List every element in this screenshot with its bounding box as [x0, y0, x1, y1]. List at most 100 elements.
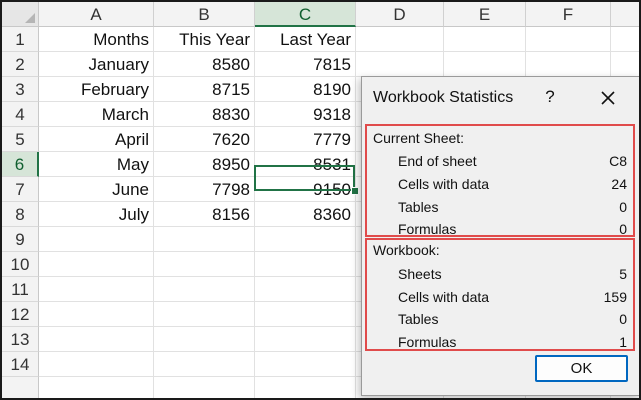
cell-b9[interactable] — [154, 227, 255, 252]
cell-c1[interactable]: Last Year — [255, 27, 356, 52]
cell-a14[interactable] — [39, 352, 154, 377]
stat-label-workbook-cells-with-data: Cells with data — [398, 289, 490, 305]
cell-b10[interactable] — [154, 252, 255, 277]
row-header-3[interactable]: 3 — [2, 77, 39, 102]
cell-c12[interactable] — [255, 302, 356, 327]
stat-value-workbook-cells-with-data: 159 — [603, 289, 627, 305]
cell-a7[interactable]: June — [39, 177, 154, 202]
row-header-2[interactable]: 2 — [2, 52, 39, 77]
fill-handle[interactable] — [351, 187, 359, 195]
column-header-c[interactable]: C — [255, 2, 356, 27]
stat-value-cells-with-data: 24 — [611, 176, 627, 192]
cell-b14[interactable] — [154, 352, 255, 377]
cell-b5[interactable]: 7620 — [154, 127, 255, 152]
row-header-13[interactable]: 13 — [2, 327, 39, 352]
cell-c4[interactable]: 9318 — [255, 102, 356, 127]
cell-g1[interactable] — [611, 27, 639, 52]
column-header-a[interactable]: A — [39, 2, 154, 27]
cell-a3[interactable]: February — [39, 77, 154, 102]
row-header-11[interactable]: 11 — [2, 277, 39, 302]
cell-a4[interactable]: March — [39, 102, 154, 127]
stat-label-workbook-tables: Tables — [398, 311, 439, 327]
workbook-section: Workbook: Sheets 5 Cells with data 159 T… — [365, 238, 635, 351]
row-header-5[interactable]: 5 — [2, 127, 39, 152]
cell-a5[interactable]: April — [39, 127, 154, 152]
cell-c3[interactable]: 8190 — [255, 77, 356, 102]
cell-b3[interactable]: 8715 — [154, 77, 255, 102]
cell-b4[interactable]: 8830 — [154, 102, 255, 127]
stat-label-workbook-formulas: Formulas — [398, 334, 457, 350]
row-header-10[interactable]: 10 — [2, 252, 39, 277]
current-sheet-heading: Current Sheet: — [373, 130, 465, 146]
cell-b7[interactable]: 7798 — [154, 177, 255, 202]
stat-value-end-of-sheet: C8 — [609, 153, 627, 169]
cell-b15[interactable] — [154, 377, 255, 398]
cell-b12[interactable] — [154, 302, 255, 327]
cell-c11[interactable] — [255, 277, 356, 302]
stat-value-workbook-formulas: 1 — [619, 334, 627, 350]
cell-c8[interactable]: 8360 — [255, 202, 356, 227]
cell-a6[interactable]: May — [39, 152, 154, 177]
row-header-6[interactable]: 6 — [2, 152, 39, 177]
cell-b8[interactable]: 8156 — [154, 202, 255, 227]
column-header-f[interactable]: F — [526, 2, 611, 27]
cell-a12[interactable] — [39, 302, 154, 327]
row-header-12[interactable]: 12 — [2, 302, 39, 327]
workbook-statistics-dialog: Workbook Statistics ? Current Sheet: End… — [361, 76, 639, 396]
cell-b11[interactable] — [154, 277, 255, 302]
cell-c6[interactable]: 8531 — [255, 152, 356, 177]
cell-d2[interactable] — [356, 52, 444, 77]
cell-c5[interactable]: 7779 — [255, 127, 356, 152]
cell-a9[interactable] — [39, 227, 154, 252]
cell-e2[interactable] — [444, 52, 526, 77]
cell-f2[interactable] — [526, 52, 611, 77]
select-all-corner[interactable] — [2, 2, 39, 27]
cell-a13[interactable] — [39, 327, 154, 352]
cell-a15[interactable] — [39, 377, 154, 398]
dialog-title: Workbook Statistics — [373, 89, 514, 106]
help-button[interactable]: ? — [540, 87, 560, 107]
cell-a11[interactable] — [39, 277, 154, 302]
cell-g2[interactable] — [611, 52, 639, 77]
cell-c10[interactable] — [255, 252, 356, 277]
stat-value-tables: 0 — [619, 199, 627, 215]
ok-button[interactable]: OK — [535, 355, 628, 382]
cell-c2[interactable]: 7815 — [255, 52, 356, 77]
cell-e1[interactable] — [444, 27, 526, 52]
cell-c14[interactable] — [255, 352, 356, 377]
column-header-d[interactable]: D — [356, 2, 444, 27]
cell-c15[interactable] — [255, 377, 356, 398]
stat-value-sheets: 5 — [619, 266, 627, 282]
cell-a1[interactable]: Months — [39, 27, 154, 52]
cell-a10[interactable] — [39, 252, 154, 277]
cell-b2[interactable]: 8580 — [154, 52, 255, 77]
cell-b13[interactable] — [154, 327, 255, 352]
column-header-e[interactable]: E — [444, 2, 526, 27]
stat-label-sheets: Sheets — [398, 266, 442, 282]
stat-value-workbook-tables: 0 — [619, 311, 627, 327]
stat-label-cells-with-data: Cells with data — [398, 176, 490, 192]
row-header-1[interactable]: 1 — [2, 27, 39, 52]
stat-label-end-of-sheet: End of sheet — [398, 153, 477, 169]
column-header-b[interactable]: B — [154, 2, 255, 27]
cell-a8[interactable]: July — [39, 202, 154, 227]
cell-a2[interactable]: January — [39, 52, 154, 77]
column-header-g[interactable] — [611, 2, 639, 27]
row-header-7[interactable]: 7 — [2, 177, 39, 202]
row-header-4[interactable]: 4 — [2, 102, 39, 127]
row-header-8[interactable]: 8 — [2, 202, 39, 227]
row-header-15[interactable] — [2, 377, 39, 398]
cell-c13[interactable] — [255, 327, 356, 352]
row-header-14[interactable]: 14 — [2, 352, 39, 377]
cell-b6[interactable]: 8950 — [154, 152, 255, 177]
cell-c7[interactable]: 9150 — [255, 177, 356, 202]
cell-c9[interactable] — [255, 227, 356, 252]
close-icon[interactable] — [598, 88, 618, 108]
row-header-9[interactable]: 9 — [2, 227, 39, 252]
cell-d1[interactable] — [356, 27, 444, 52]
stat-value-formulas: 0 — [619, 221, 627, 237]
cell-b1[interactable]: This Year — [154, 27, 255, 52]
current-sheet-section: Current Sheet: End of sheet C8 Cells wit… — [365, 124, 635, 237]
cell-f1[interactable] — [526, 27, 611, 52]
stat-label-tables: Tables — [398, 199, 439, 215]
